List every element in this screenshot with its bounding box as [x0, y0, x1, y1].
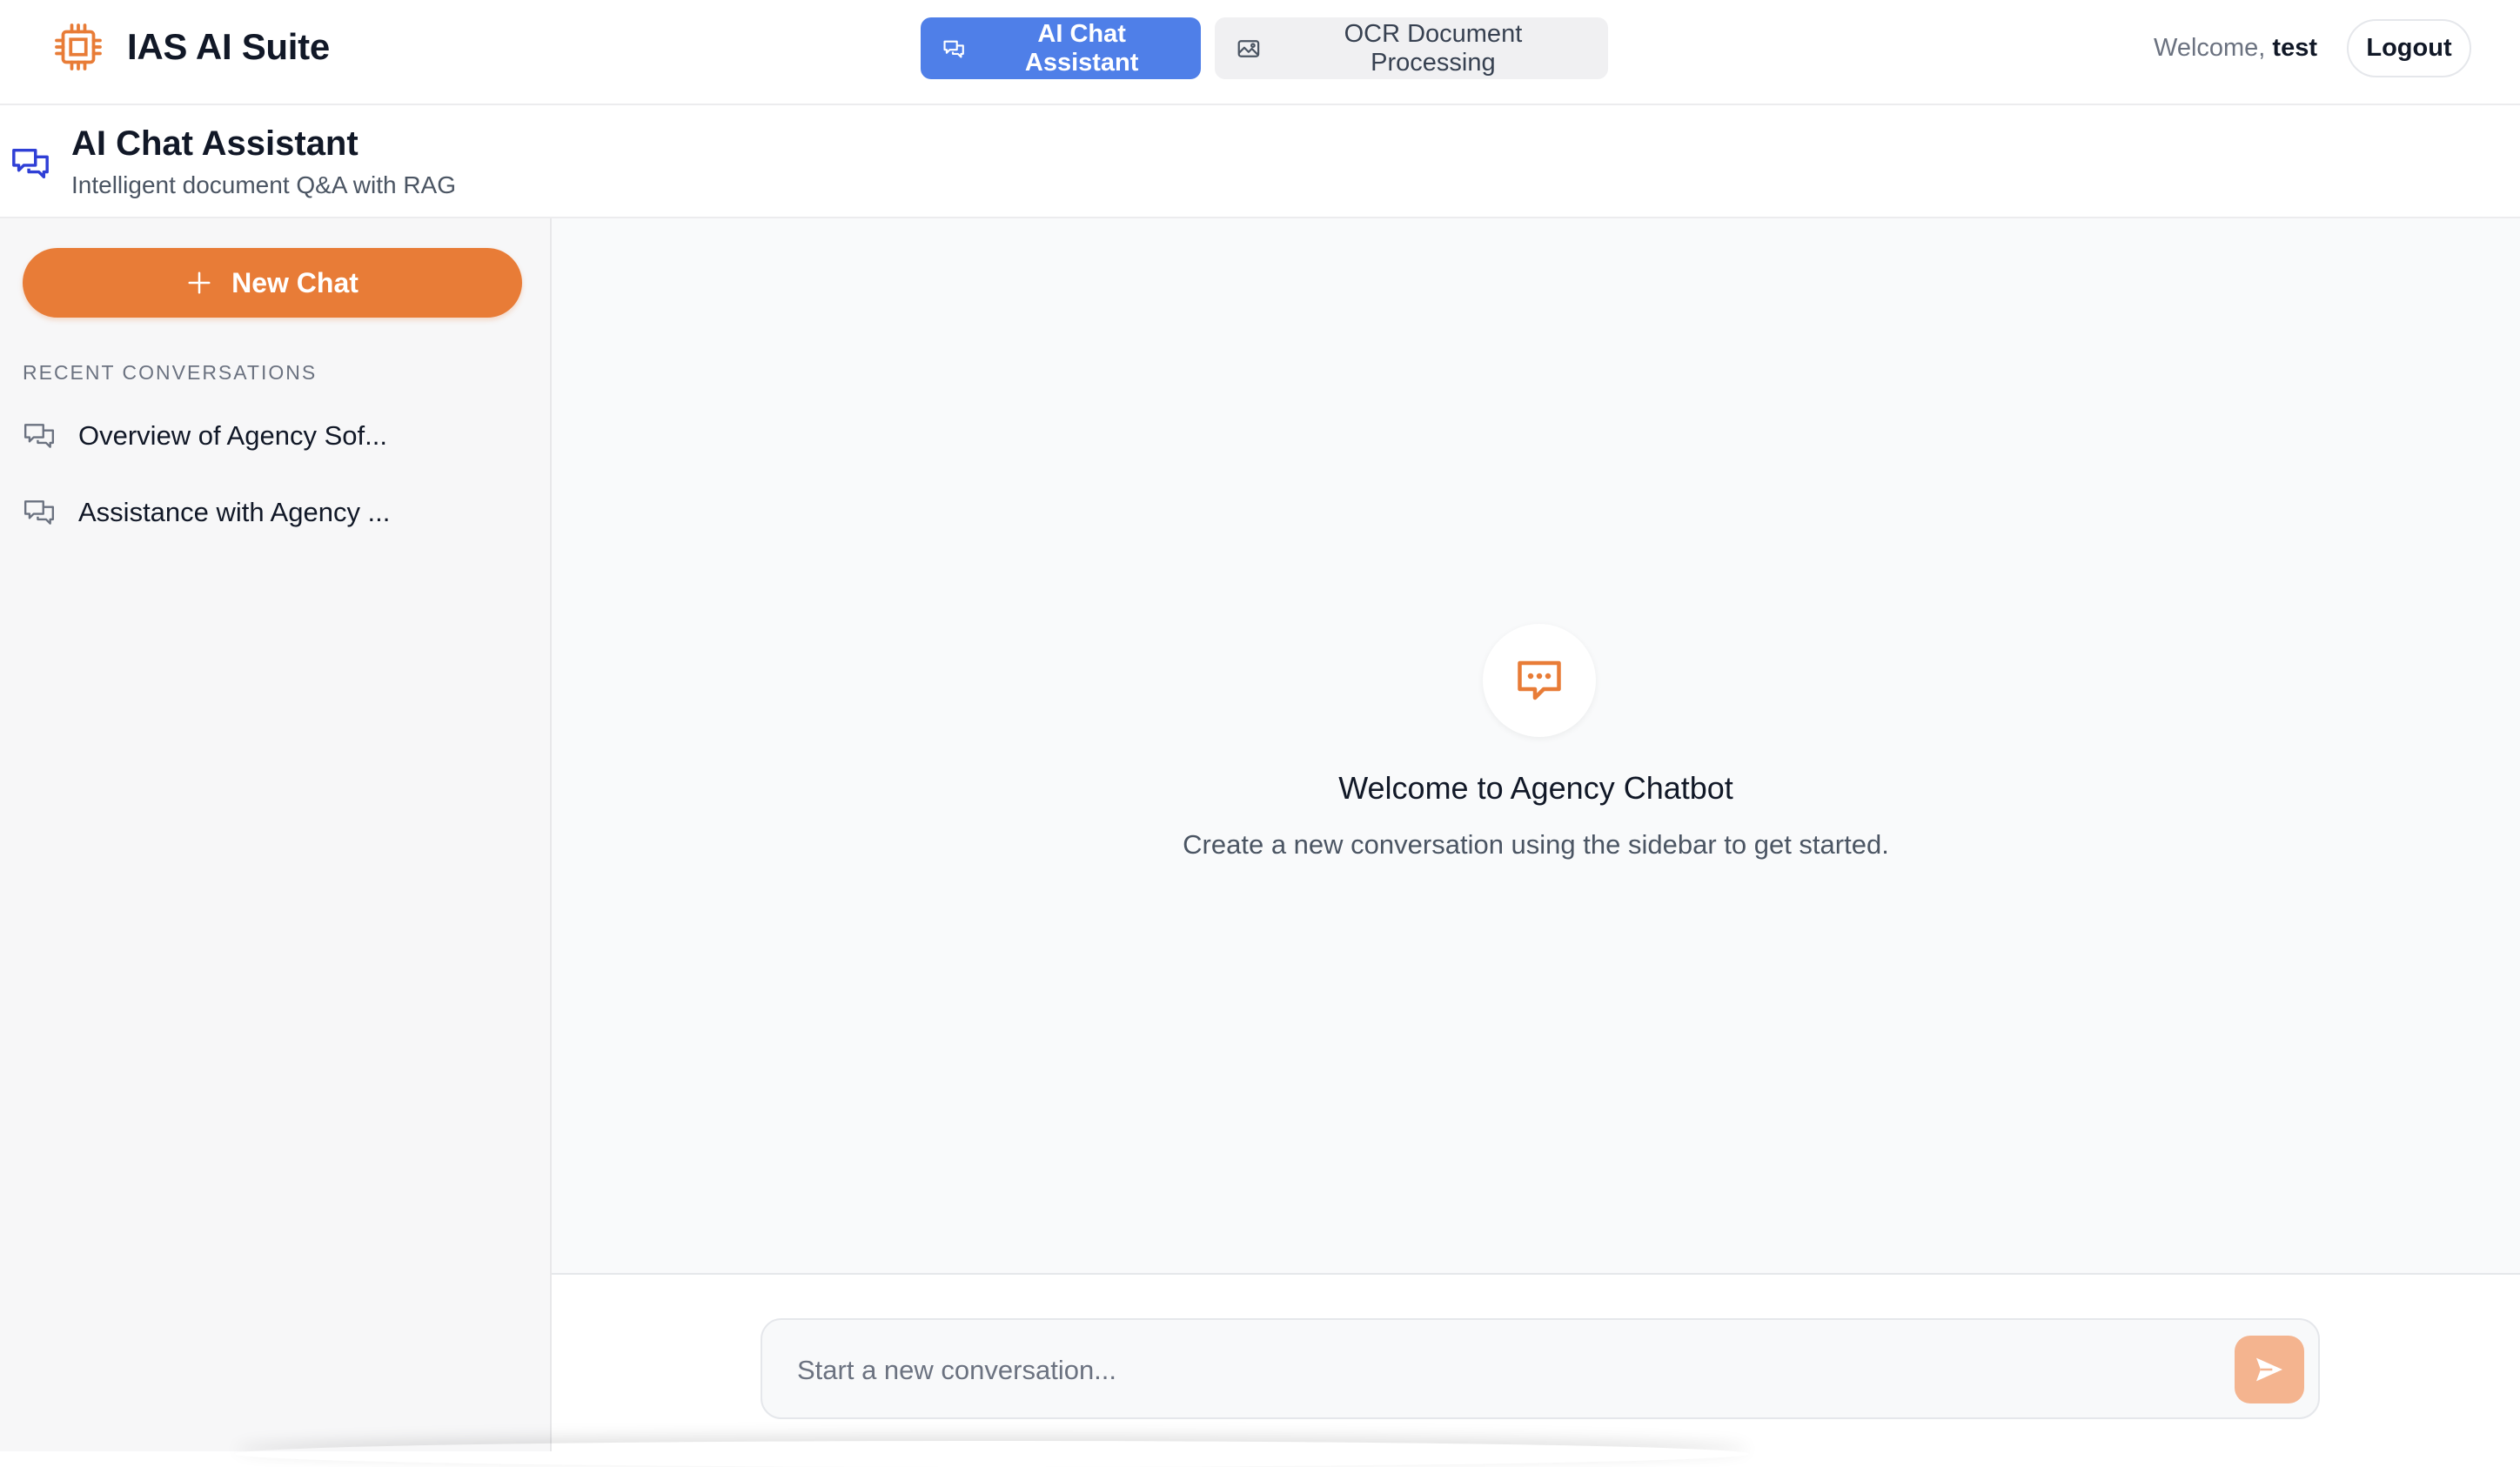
sidebar: New Chat Recent Conversations Overview o…: [0, 218, 552, 1451]
conversation-title: Assistance with Agency ...: [78, 497, 391, 527]
welcome-icon-circle: [1483, 624, 1596, 737]
message-composer: [761, 1318, 2320, 1419]
user-area: Welcome, test Logout: [2154, 19, 2471, 77]
plus-icon: [188, 271, 211, 294]
top-navigation-bar: IAS AI Suite AI Chat Assistant OCR Docum…: [0, 0, 2520, 105]
chat-bubbles-icon: [943, 40, 964, 58]
send-icon: [2256, 1357, 2282, 1382]
message-dots-icon: [1518, 660, 1561, 700]
brand[interactable]: IAS AI Suite: [52, 21, 330, 73]
tab-label: AI Chat Assistant: [1024, 19, 1139, 77]
composer-area: [552, 1273, 2520, 1451]
welcome-title: Welcome to Agency Chatbot: [1338, 770, 1733, 806]
conversation-title: Overview of Agency Sof...: [78, 420, 387, 451]
tab-label: OCR Document Processing: [1344, 19, 1523, 77]
message-input[interactable]: [797, 1346, 2189, 1395]
chat-bubbles-icon: [12, 148, 49, 179]
username: test: [2272, 34, 2317, 62]
conversation-item[interactable]: Assistance with Agency ...: [23, 486, 527, 539]
tab-ocr-document-processing[interactable]: OCR Document Processing: [1215, 17, 1608, 79]
tab-ai-chat-assistant[interactable]: AI Chat Assistant: [921, 17, 1201, 79]
image-icon: [1237, 39, 1260, 57]
page-header: AI Chat Assistant Intelligent document Q…: [0, 105, 2520, 218]
page-title: AI Chat Assistant: [71, 124, 359, 163]
composer-shadow: [235, 1441, 1749, 1467]
send-button[interactable]: [2235, 1336, 2304, 1403]
welcome-text: Welcome, test: [2154, 34, 2317, 63]
new-chat-label: New Chat: [231, 266, 359, 298]
chat-bubbles-icon: [23, 424, 55, 448]
welcome-subtitle: Create a new conversation using the side…: [1183, 829, 1889, 860]
cpu-chip-icon: [55, 23, 102, 70]
app-title: IAS AI Suite: [127, 26, 330, 67]
logout-button[interactable]: Logout: [2347, 19, 2471, 77]
chat-main-area: Welcome to Agency Chatbot Create a new c…: [552, 218, 2520, 1273]
conversation-item[interactable]: Overview of Agency Sof...: [23, 410, 527, 462]
welcome-prefix: Welcome,: [2153, 34, 2266, 62]
page-subtitle: Intelligent document Q&A with RAG: [71, 171, 456, 198]
chat-bubbles-icon: [23, 500, 55, 525]
new-chat-button[interactable]: New Chat: [23, 248, 522, 318]
main-tabs: AI Chat Assistant OCR Document Processin…: [921, 17, 1608, 79]
recent-conversations-heading: Recent Conversations: [23, 361, 318, 384]
